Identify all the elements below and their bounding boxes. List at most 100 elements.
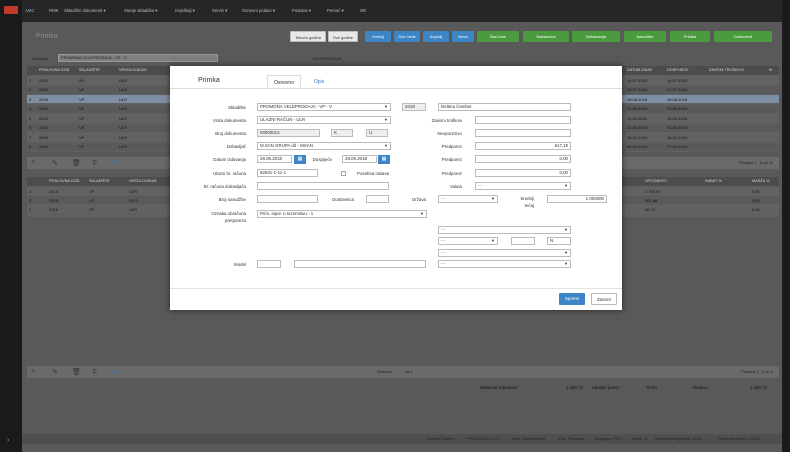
sve-cede-button[interactable]: Sve Cede [394,31,420,42]
col-dospijece[interactable]: DOSPIJEĆE [667,68,689,72]
barcode-button[interactable]: BarCode [477,31,519,42]
cell-vrsta: ULR [119,77,128,83]
ulazni-field[interactable]: 82931-1-11-1 [257,169,318,177]
zavisni-field[interactable] [475,116,571,124]
nav-pomoc[interactable]: Pomoć ▾ [327,8,344,14]
dostavnica-field[interactable] [366,195,389,203]
col2-skladiste[interactable]: SKLADIŠTE [89,179,110,183]
col-zavisni-troskovi[interactable]: ZAVISNI TROŠKOVI [709,68,744,72]
nav-postava[interactable]: Postava ▾ [292,8,311,14]
row-number: 5 [29,115,32,121]
cell-year: 2018 [49,188,58,194]
expand-arrow-icon[interactable]: › [7,437,9,444]
nav-izvjestaji[interactable]: Izvještaji ▾ [175,8,195,14]
search-icon[interactable]: ⚲ [92,159,97,167]
nav-stanje-skladista[interactable]: Stanje skladišta ▾ [124,8,157,14]
refresh-item-icon[interactable]: ↻ [112,368,118,376]
predporez-field-2[interactable]: 0,00 [475,155,571,163]
add-item-icon[interactable]: + [31,368,35,375]
user-field[interactable]: Dettina Čamber [438,103,571,111]
row-number: 1 [29,188,32,194]
cell-vrsta: ULR [129,188,138,194]
tab-divider [170,88,622,89]
calendar-icon[interactable]: ▦ [378,154,390,164]
save-button[interactable]: Spremi [559,293,585,305]
predporez-field-3[interactable]: 0,00 [475,169,571,177]
cell-year: 2018 [39,125,48,130]
nova-button[interactable]: Nova [452,31,474,42]
col2-vpc[interactable]: VPC/DNOST [645,179,667,183]
edit-icon[interactable]: ✎ [52,159,58,167]
datum-label: Datum izdavanja [213,157,246,162]
porez-value: 75,00 [646,385,657,390]
nav-servis[interactable]: Servis ▾ [212,8,227,14]
status-company: PROMONA D.O.O. [467,436,502,441]
col-ik[interactable]: IK [769,68,773,72]
year-field: 2018 [402,103,426,111]
col-poslovna-godina[interactable]: POSLOVNA GOD [39,68,69,72]
vrsta-select[interactable]: ULAZNI RAČUN - ULR ▼ [257,116,391,124]
valuta-select[interactable]: - - ▼ [475,182,571,190]
nav-rmk[interactable]: RMK [49,8,59,13]
col2-vrsta-dokumenta[interactable]: VRSTA DOKUM [129,179,156,183]
col-datum-izdavanja[interactable]: DATUM IZDAV [627,68,652,72]
skladiste-select[interactable]: PROMONA VELEPRODAJA - VP - V ▼ [257,103,391,111]
datum-field[interactable]: 28.06.2018 [257,155,292,163]
nav-sr[interactable]: SR [360,8,366,13]
primka-button[interactable]: Primka [670,31,710,42]
filter-right-label: VELEPRODAJA [312,56,342,61]
deklaracija-button[interactable]: Deklaracija [572,31,620,42]
add-icon[interactable]: + [31,159,35,166]
posebna-checkbox[interactable] [341,170,346,176]
oznaka-select[interactable]: Prim. ispor. u tuzemstvu - 1 ▼ [257,210,427,218]
cell-year: 2018 [39,96,48,102]
tab-osnovno[interactable]: Osnovno [267,75,301,89]
model-field-1[interactable] [257,260,281,268]
page-of-label: od 1 [405,369,413,374]
tecaj-field[interactable]: 1,000000 [547,195,607,203]
delete-icon[interactable]: 🗑 [72,159,81,167]
cell-skladiste: VP [79,77,85,83]
kreiraj-button[interactable]: Kreiraj [365,31,391,42]
dospijece-field[interactable]: 28.06.2018 [342,155,377,163]
close-button[interactable]: Zatvori [591,293,617,305]
calendar-icon[interactable]: ▦ [294,154,306,164]
col-skladiste[interactable]: SKLADIŠTE [79,68,100,72]
extra-field-1[interactable] [511,237,535,245]
predporez-field-1[interactable]: 617,19 [475,142,571,150]
br-dobavljaca-field[interactable] [257,182,389,190]
kopiraj-button[interactable]: Kopiraj [423,31,449,42]
cell-datum: 16.04.2018 [627,134,648,140]
nabavnica-button[interactable]: Nabavnica [523,31,569,42]
neoporezivo-field[interactable] [475,129,571,137]
warehouse-select[interactable]: PROMONA VELEPRODAJA - VP - V [58,54,218,62]
refresh-icon[interactable]: ↻ [112,159,118,167]
extra-select-3[interactable]: - - ▼ [438,249,571,257]
current-year-button[interactable]: Tekuća godina [290,31,326,42]
dobavljac-label: Dobavljač [226,144,246,149]
dokument-button[interactable]: Dokument [714,31,772,42]
cell-datum: 20.06.2018 [627,106,648,111]
cell-year: 2018 [39,87,48,92]
tab-opis[interactable]: Opis [310,75,328,89]
extra-select-2[interactable]: - - ▼ [438,237,498,245]
narudzbe-field[interactable] [257,195,318,203]
edit-item-icon[interactable]: ✎ [52,368,58,376]
delete-item-icon[interactable]: 🗑 [72,368,81,376]
extra-select-4[interactable]: - - ▼ [438,260,571,268]
naruciteke-button[interactable]: Naručitke [624,31,666,42]
nav-osnovni-podaci[interactable]: Osnovni podaci ▾ [242,8,275,14]
col2-rabat[interactable]: RABAT % [705,179,722,183]
model-field-2[interactable] [294,260,426,268]
drzava-select[interactable]: - - ▼ [438,195,498,203]
search-item-icon[interactable]: ⚲ [92,368,97,376]
vrsta-label: Vrsta dokumenta [212,118,246,123]
extra-select-1[interactable]: - - ▼ [438,226,571,234]
all-years-button[interactable]: Sve godine [328,31,358,42]
nav-skladisni-dokumenti[interactable]: Skladišni dokumenti ▾ [64,8,106,14]
dobavljac-select[interactable]: M.SAN GRUPA dd - MSAN ▼ [257,142,391,150]
col2-poslovna-godina[interactable]: POSLOVNA GOD [49,179,79,183]
col2-marza[interactable]: MARŽA % [752,179,770,183]
extra-field-n[interactable]: N [547,237,571,245]
col-vrsta-dokumenta[interactable]: VRSTA DOKUM [119,68,146,72]
